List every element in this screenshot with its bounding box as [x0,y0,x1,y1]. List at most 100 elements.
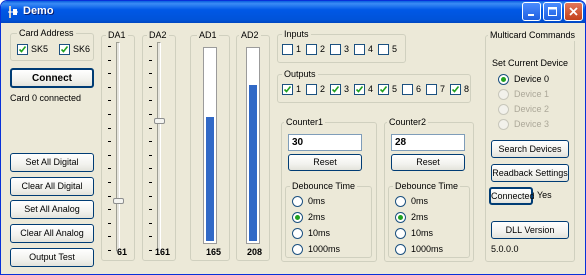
slider-tick [108,209,111,211]
counter1-debounce-radio-0ms[interactable] [292,196,303,207]
outputs-5-checkbox[interactable] [378,84,389,95]
connect-button[interactable]: Connect [10,68,94,88]
counter1-debounce-radio-1000ms[interactable] [292,244,303,255]
outputs-label: Outputs [282,69,318,80]
counter2-value-field[interactable]: 28 [391,134,465,151]
set-all-analog-button[interactable]: Set All Analog [10,200,94,219]
slider-tick [149,222,152,224]
ad1-group: AD1 [190,30,230,261]
inputs-2-label: 2 [320,44,326,54]
counter2-debounce-label-2ms: 2ms [411,212,429,222]
counter2-debounce-radio-10ms[interactable] [395,228,406,239]
slider-tick [149,46,152,47]
da1-slider-thumb[interactable] [113,197,124,204]
outputs-7-checkbox[interactable] [426,84,437,95]
slider-tick [149,209,152,211]
outputs-2-checkbox[interactable] [306,84,317,95]
inputs-3-checkbox[interactable] [330,44,341,55]
counter2-reset-button[interactable]: Reset [391,154,465,171]
inputs-1-checkbox[interactable] [282,44,293,55]
ad2-value: 208 [247,247,263,257]
outputs-5-label: 5 [392,84,398,94]
outputs-4-label: 4 [368,84,374,94]
search-devices-button[interactable]: Search Devices [491,140,569,158]
slider-tick [108,46,111,47]
slider-tick [149,250,152,251]
counter1-value-field[interactable]: 30 [288,134,362,151]
counter2-debounce-radio-2ms[interactable] [395,212,406,223]
slider-tick [108,100,111,102]
da1-slider-track[interactable] [116,42,120,252]
card-address-label: Card Address [17,28,76,39]
counter1-debounce-radio-2ms[interactable] [292,212,303,223]
counter1-debounce-label-10ms: 10ms [308,228,331,238]
ad1-progress-fill [206,117,214,241]
da2-slider-track[interactable] [157,42,161,252]
da2-slider-thumb[interactable] [154,118,165,125]
check-icon [60,46,69,53]
outputs-4-checkbox[interactable] [354,84,365,95]
check-icon [283,86,292,93]
counter1-debounce-radio-10ms[interactable] [292,228,303,239]
outputs-8-checkbox[interactable] [450,84,461,95]
inputs-2-checkbox[interactable] [306,44,317,55]
sk6-checkbox[interactable] [59,44,70,55]
app-icon [6,5,20,19]
ad2-progress-fill [249,85,257,241]
slider-tick [149,182,152,183]
inputs-5-checkbox[interactable] [378,44,389,55]
outputs-3-label: 3 [344,84,350,94]
outputs-3-checkbox[interactable] [330,84,341,95]
da1-group: DA1 [101,30,135,261]
device-0-radio[interactable] [498,74,509,85]
maximize-icon [548,7,557,16]
counter1-debounce-label-1000ms: 1000ms [308,244,341,254]
ad2-label: AD2 [239,30,261,41]
counter2-debounce-label-0ms: 0ms [411,196,429,206]
maximize-button[interactable] [543,2,562,21]
close-button[interactable] [564,2,583,21]
connected-button[interactable]: Connected [489,187,535,205]
counter1-debounce-label: Debounce Time [290,181,358,192]
readback-settings-button[interactable]: Readback Settings [491,164,569,182]
ad1-progress-bar [203,47,217,244]
output-test-button[interactable]: Output Test [10,248,94,267]
slider-tick [149,86,152,88]
counter2-debounce-radio-0ms[interactable] [395,196,406,207]
sk5-checkbox[interactable] [17,44,28,55]
slider-tick [149,141,152,143]
title-bar[interactable]: Demo [1,1,585,23]
set-all-digital-button[interactable]: Set All Digital [10,153,94,172]
device-2-radio [498,104,509,115]
slider-tick [149,100,152,102]
counter1-label: Counter1 [284,117,326,128]
app-window: Demo Card Address SK5 SK6 Connect Card 0… [0,0,586,275]
slider-tick [108,250,111,251]
device-1-radio [498,89,509,100]
ad1-value: 165 [206,247,222,257]
counter2-debounce-radio-1000ms[interactable] [395,244,406,255]
inputs-1-label: 1 [296,44,302,54]
slider-tick [149,59,152,61]
check-icon [18,46,27,53]
radio-selected-dot [398,215,403,220]
slider-tick [108,114,111,115]
card-address-group: Card Address SK5 SK6 [10,28,94,61]
slider-tick [108,236,111,238]
clear-all-digital-button[interactable]: Clear All Digital [10,177,94,196]
ad2-progress-bar [246,47,260,244]
inputs-4-checkbox[interactable] [354,44,365,55]
slider-tick [108,127,111,129]
counter1-reset-button[interactable]: Reset [288,154,362,171]
counter1-debounce-label-2ms: 2ms [308,212,326,222]
outputs-group: Outputs 1 2 3 4 5 6 7 8 [277,69,471,103]
set-current-device-label: Set Current Device [492,58,569,68]
outputs-6-checkbox[interactable] [402,84,413,95]
minimize-button[interactable] [522,2,541,21]
clear-all-analog-button[interactable]: Clear All Analog [10,224,94,243]
outputs-1-checkbox[interactable] [282,84,293,95]
counter1-debounce-group: Debounce Time 0ms 2ms 10ms 1000ms [285,181,372,258]
dll-version-button[interactable]: DLL Version [491,221,569,239]
outputs-6-label: 6 [416,84,422,94]
slider-tick [149,195,152,197]
